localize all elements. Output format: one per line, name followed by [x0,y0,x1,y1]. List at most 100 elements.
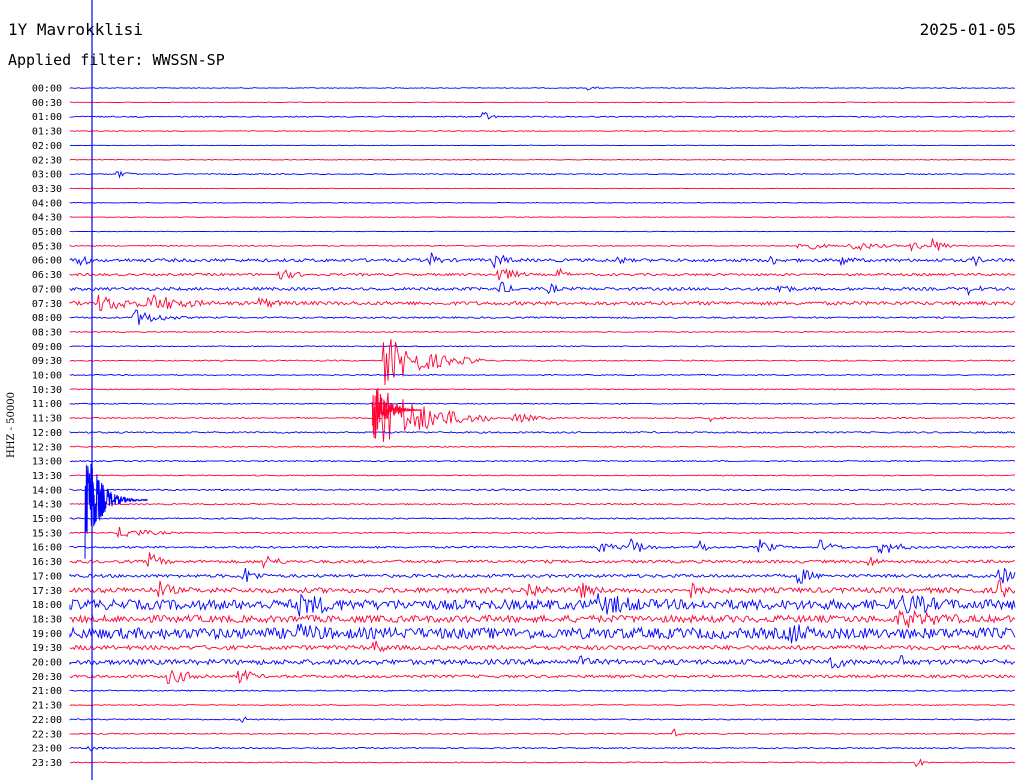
tick-label: 23:00 [32,744,62,755]
trace-line [69,130,1016,132]
trace-line [69,552,1016,569]
trace-line [69,609,1016,628]
trace-line [69,593,1016,617]
tick-label: 16:00 [32,543,62,554]
tick-label: 04:30 [32,213,62,224]
trace-line [69,86,1015,91]
trace-line [69,170,1016,179]
trace-line [69,517,1016,520]
trace-line [69,578,1016,599]
tick-label: 21:30 [32,701,62,712]
trace-line [69,294,1016,312]
tick-label: 15:30 [32,528,62,539]
tick-label: 15:00 [32,514,62,525]
trace-line [69,488,1016,492]
tick-label: 20:00 [32,658,62,669]
trace-line [69,388,1016,391]
tick-label: 06:00 [32,256,62,267]
trace-line [69,716,1016,724]
tick-label: 04:00 [32,198,62,209]
tick-label: 13:30 [32,471,62,482]
tick-label: 00:00 [32,84,62,95]
tick-label: 16:30 [32,557,62,568]
tick-label: 06:30 [32,270,62,281]
tick-label: 05:30 [32,241,62,252]
trace-line [69,431,1016,434]
trace-line [69,474,1016,477]
tick-label: 02:00 [32,141,62,152]
trace-line [69,330,1016,333]
tick-label: 09:00 [32,342,62,353]
trace-line [69,745,1016,752]
trace-line [69,640,1016,653]
tick-label: 18:30 [32,614,62,625]
trace-line [69,526,1016,539]
trace-line [69,230,1016,233]
trace-line [69,567,1016,585]
tick-label: 07:30 [32,299,62,310]
trace-line [69,445,1016,448]
tick-label: 12:00 [32,428,62,439]
tick-label: 11:30 [32,414,62,425]
trace-line [69,216,1016,218]
tick-label: 02:30 [32,155,62,166]
earthquake-signal [84,463,148,559]
tick-label: 10:30 [32,385,62,396]
tick-label: 03:30 [32,184,62,195]
helicorder-chart: 00:00 00:30 01:00 01:30 02:00 02:30 03:00 03:30… [6,0,1016,780]
tick-label: 21:00 [32,686,62,697]
tick-label: 22:00 [32,715,62,726]
tick-label: 18:00 [32,600,62,611]
tick-label: 19:30 [32,643,62,654]
trace-line [69,238,1016,253]
trace-line [69,537,1016,554]
tick-label: 08:00 [32,313,62,324]
trace-line [69,373,1016,377]
tick-label: 14:00 [32,485,62,496]
tick-label: 05:00 [32,227,62,238]
trace-line [69,267,1016,281]
tick-label: 14:30 [32,500,62,511]
trace-line [69,159,1016,161]
tick-label: 17:30 [32,586,62,597]
tick-label: 20:30 [32,672,62,683]
trace-line [69,689,1016,692]
trace-line [69,669,1016,685]
trace-line [69,623,1016,644]
tick-label: 19:00 [32,629,62,640]
tick-label: 12:30 [32,442,62,453]
trace-line [69,704,1016,707]
tick-label: 11:00 [32,399,62,410]
trace-line [69,728,1016,737]
tick-label: 22:30 [32,729,62,740]
trace-line [69,101,1016,104]
trace-line [69,202,1016,204]
tick-label: 01:00 [32,112,62,123]
trace-line [69,144,1015,147]
trace-line [69,402,1016,405]
trace-group [69,86,1016,768]
trace-line [69,392,1015,442]
tick-label-group: 00:00 00:30 01:00 01:30 02:00 02:30 03:00 03:30… [32,84,62,769]
tick-label: 17:00 [32,571,62,582]
trace-line [69,187,1016,190]
tick-label: 00:30 [32,98,62,109]
y-axis-label: HHZ - 50000 [6,392,17,458]
tick-label: 09:30 [32,356,62,367]
tick-label: 01:30 [32,127,62,138]
trace-line [69,655,1016,669]
trace-line [69,111,1015,120]
trace-line [69,281,1016,297]
tick-label: 07:00 [32,284,62,295]
trace-line [69,252,1016,269]
tick-label: 10:00 [32,371,62,382]
tick-label: 08:30 [32,327,62,338]
tick-label: 23:30 [32,758,62,769]
trace-line [69,309,1016,325]
trace-line [69,345,1016,348]
tick-label: 13:00 [32,457,62,468]
trace-line [69,459,1016,463]
trace-line [69,502,1016,506]
tick-label: 03:00 [32,170,62,181]
trace-line [69,758,1016,768]
